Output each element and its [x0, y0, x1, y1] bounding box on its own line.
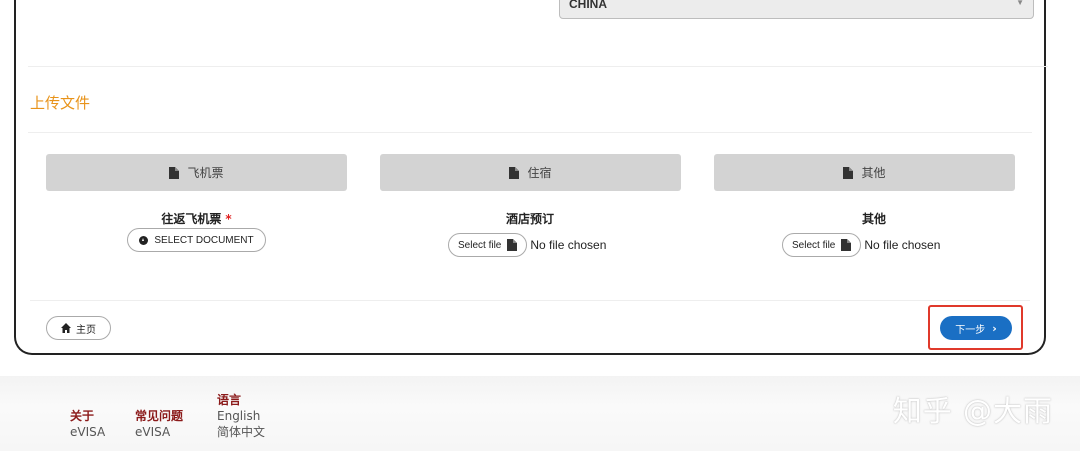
home-button[interactable]: 主页 — [46, 316, 111, 340]
footer-faq-title: 常见问题 — [135, 409, 184, 423]
footer-about-link[interactable]: eVISA — [70, 424, 105, 440]
footer-about: 关于 eVISA — [70, 408, 105, 440]
country-select[interactable]: CHINA ▼ — [559, 0, 1034, 19]
tab-label: 飞机票 — [187, 166, 224, 180]
tab-label: 其他 — [861, 166, 886, 180]
document-icon — [169, 166, 180, 179]
footer-language-title: 语言 — [217, 393, 242, 407]
divider — [28, 66, 1032, 67]
language-simplified-chinese[interactable]: 简体中文 — [217, 424, 265, 440]
tab-label: 住宿 — [527, 166, 552, 180]
required-mark: * — [225, 212, 232, 226]
chevron-down-icon: ▼ — [1016, 0, 1024, 7]
hotel-file-input: Select file No file chosen — [448, 232, 606, 258]
divider — [30, 300, 1030, 301]
watermark: 知乎 @大雨 — [892, 394, 1053, 428]
document-icon — [841, 239, 852, 251]
tab-flight-ticket[interactable]: 飞机票 — [46, 154, 347, 191]
select-file-label: Select file — [458, 239, 502, 251]
select-document-button[interactable]: SELECT DOCUMENT — [127, 228, 266, 252]
select-file-button[interactable]: Select file — [782, 233, 862, 257]
home-label: 主页 — [76, 324, 96, 336]
document-icon — [509, 166, 520, 179]
upload-section-title: 上传文件 — [30, 94, 91, 112]
other-file-input: Select file No file chosen — [782, 232, 940, 258]
field-label-text: 往返飞机票 — [161, 212, 222, 226]
tab-other[interactable]: 其他 — [714, 154, 1015, 191]
tab-accommodation[interactable]: 住宿 — [380, 154, 681, 191]
file-status: No file chosen — [530, 238, 607, 252]
country-select-value: CHINA — [569, 0, 607, 11]
home-icon — [61, 323, 71, 333]
chevron-right-icon: › — [992, 321, 997, 335]
next-step-button[interactable]: 下一步 › — [940, 316, 1012, 340]
footer-about-title: 关于 — [70, 409, 95, 423]
divider — [28, 132, 1032, 133]
select-document-label: SELECT DOCUMENT — [154, 234, 254, 246]
document-icon — [843, 166, 854, 179]
other-doc-label: 其他 — [861, 212, 886, 226]
select-file-label: Select file — [792, 239, 836, 251]
footer-language: 语言 English 简体中文 — [217, 392, 265, 440]
next-label: 下一步 — [955, 324, 986, 336]
upload-icon — [139, 235, 149, 245]
document-icon — [507, 239, 518, 251]
footer-faq-link[interactable]: eVISA — [135, 424, 183, 440]
language-english[interactable]: English — [217, 408, 265, 424]
select-file-button[interactable]: Select file — [448, 233, 528, 257]
file-status: No file chosen — [864, 238, 941, 252]
hotel-booking-label: 酒店预订 — [505, 212, 554, 226]
footer-faq: 常见问题 eVISA — [135, 408, 183, 440]
flight-ticket-label: 往返飞机票 * — [146, 210, 247, 227]
